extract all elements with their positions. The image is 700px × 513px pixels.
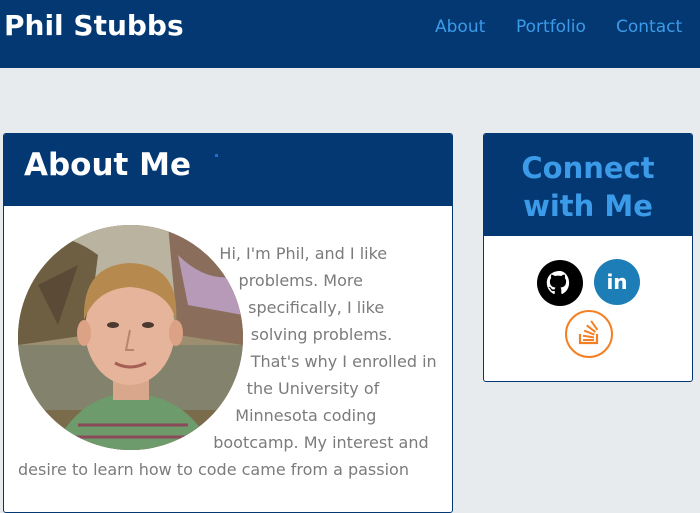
decorative-dot: [215, 154, 218, 157]
about-title: About Me: [24, 147, 192, 183]
brand-name[interactable]: Phil Stubbs: [4, 9, 184, 42]
stack-overflow-icon[interactable]: [564, 309, 614, 359]
nav-link-about[interactable]: About: [435, 17, 485, 37]
about-card: About Me Hi, I'm Phil, and I like proble…: [3, 133, 453, 513]
nav-link-portfolio[interactable]: Portfolio: [516, 17, 586, 37]
connect-title: Connect with Me: [521, 151, 655, 223]
connect-card: Connect with Me in: [483, 133, 693, 382]
about-text-container: Hi, I'm Phil, and I like problems. More …: [18, 240, 446, 483]
nav-link-contact[interactable]: Contact: [616, 17, 682, 37]
navbar: Phil Stubbs About Portfolio Contact: [0, 0, 700, 68]
linkedin-label: in: [606, 270, 627, 294]
github-icon[interactable]: [536, 259, 584, 307]
linkedin-icon[interactable]: in: [593, 258, 641, 306]
